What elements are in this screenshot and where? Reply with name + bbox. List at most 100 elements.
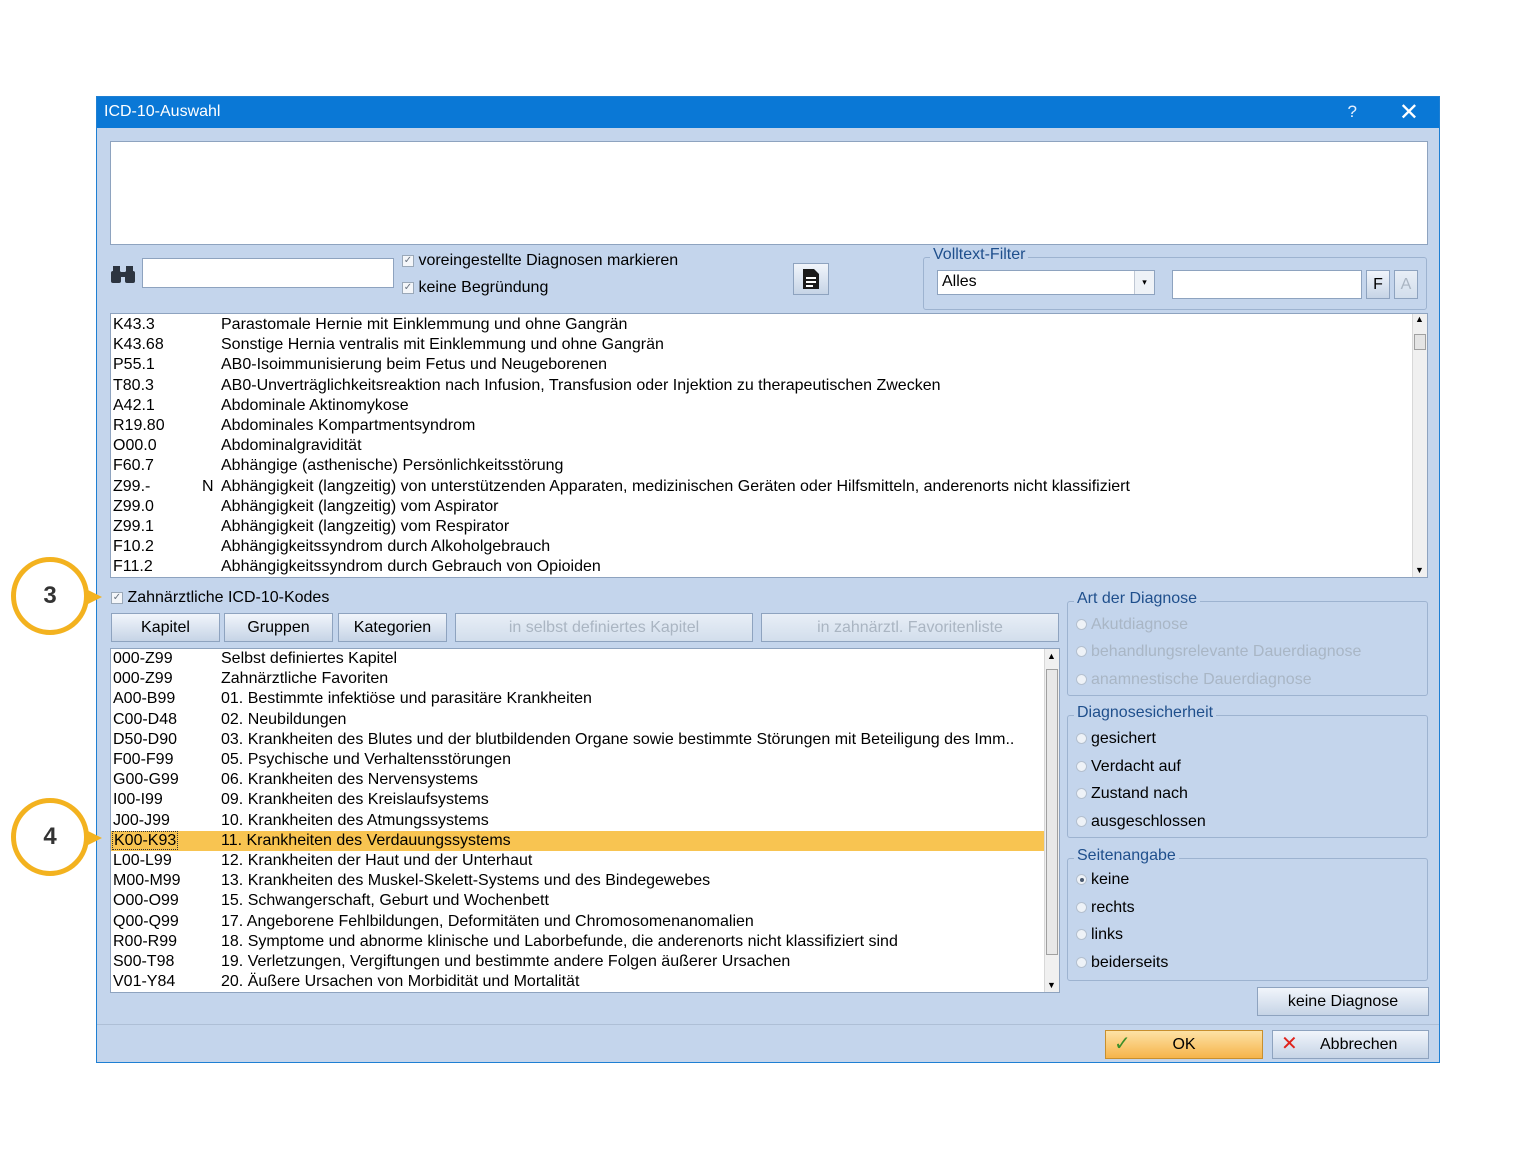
- search-input[interactable]: [142, 258, 394, 288]
- icd-row[interactable]: Z99.1 Abhängigkeit (langzeitig) vom Respi…: [111, 517, 1411, 537]
- radio-zustand[interactable]: Zustand nach: [1076, 785, 1188, 803]
- scroll-down-icon[interactable]: ▼: [1047, 980, 1056, 990]
- scroll-up-icon[interactable]: ▲: [1415, 314, 1424, 324]
- filter-a-button[interactable]: A: [1394, 270, 1418, 299]
- radio-circle[interactable]: [1076, 902, 1087, 914]
- radio-circle[interactable]: [1076, 674, 1087, 686]
- chapter-row[interactable]: V01-Y84 20. Äußere Ursachen von Morbiditä…: [111, 972, 1044, 992]
- keine-diagnose-button[interactable]: keine Diagnose: [1257, 987, 1429, 1016]
- icd-row[interactable]: T80.3 AB0-Unverträglichkeitsreaktion nach…: [111, 376, 1411, 396]
- scroll-thumb[interactable]: [1414, 334, 1426, 350]
- zahn-check-row[interactable]: ✓ Zahnärztliche ICD-10-Kodes: [111, 589, 329, 607]
- chapter-list[interactable]: 000-Z99 Selbst definiertes Kapitel 000-Z99…: [110, 648, 1060, 993]
- radio-circle[interactable]: [1076, 646, 1087, 658]
- kategorien-button[interactable]: Kategorien: [338, 613, 447, 642]
- icd-code: F10.2: [113, 538, 154, 556]
- ok-button[interactable]: ✓ OK: [1105, 1030, 1263, 1059]
- radio-circle[interactable]: [1076, 788, 1087, 800]
- radio-circle[interactable]: [1076, 733, 1087, 745]
- radio-circle[interactable]: [1076, 761, 1087, 773]
- radio-circle[interactable]: [1076, 957, 1087, 969]
- volltext-input[interactable]: [1172, 270, 1362, 299]
- icd-description: Abdominalgravidität: [221, 437, 362, 455]
- icd-row[interactable]: K43.3 Parastomale Hernie mit Einklemmung …: [111, 315, 1411, 335]
- icd-row[interactable]: P55.1 AB0-Isoimmunisierung beim Fetus und…: [111, 355, 1411, 375]
- chapter-row[interactable]: 000-Z99 Selbst definiertes Kapitel: [111, 649, 1044, 669]
- icd-code: F60.7: [113, 457, 154, 475]
- chapter-row[interactable]: F00-F99 05. Psychische und Verhaltensstör…: [111, 750, 1044, 770]
- radio-gesichert[interactable]: gesichert: [1076, 730, 1156, 748]
- diagnosis-text-area[interactable]: [110, 141, 1428, 245]
- icd-row[interactable]: A42.1 Abdominale Aktinomykose: [111, 396, 1411, 416]
- chapter-description: 01. Bestimmte infektiöse und parasitäre …: [221, 690, 592, 708]
- radio-beiderseits[interactable]: beiderseits: [1076, 954, 1168, 972]
- chapter-row[interactable]: D50-D90 03. Krankheiten des Blutes und de…: [111, 730, 1044, 750]
- chapter-row[interactable]: 000-Z99 Zahnärztliche Favoriten: [111, 669, 1044, 689]
- radio-rechts[interactable]: rechts: [1076, 899, 1135, 917]
- radio-links[interactable]: links: [1076, 926, 1123, 944]
- icd-description: Abdominales Kompartmentsyndrom: [221, 417, 476, 434]
- chapter-description: 03. Krankheiten des Blutes und der blutb…: [221, 730, 1015, 748]
- icd-row[interactable]: O00.0 Abdominalgravidität: [111, 436, 1411, 456]
- radio-behandlungsrelevant[interactable]: behandlungsrelevante Dauerdiagnose: [1076, 643, 1361, 661]
- chapter-row[interactable]: J00-J99 10. Krankheiten des Atmungssystem…: [111, 811, 1044, 831]
- radio-circle[interactable]: [1076, 619, 1087, 631]
- chapter-code: V01-Y84: [113, 973, 176, 991]
- icd-description: AB0-Isoimmunisierung beim Fetus und Neug…: [221, 356, 607, 374]
- kapitel-button[interactable]: Kapitel: [111, 613, 220, 642]
- chapter-list-scrollbar[interactable]: ▲ ▼: [1044, 649, 1059, 992]
- icd-row[interactable]: Z99.0 Abhängigkeit (langzeitig) vom Aspir…: [111, 497, 1411, 517]
- check-no-reason-row[interactable]: ✓ keine Begründung: [402, 279, 548, 297]
- chapter-row-selected[interactable]: K00-K93 11. Krankheiten des Verdauungssys…: [111, 830, 1044, 851]
- scroll-down-icon[interactable]: ▼: [1415, 565, 1424, 575]
- combo-arrow-button[interactable]: ▾: [1134, 271, 1154, 294]
- abbrechen-button[interactable]: ✕ Abbrechen: [1272, 1030, 1429, 1059]
- icd-row[interactable]: F11.2 Abhängigkeitssyndrom durch Gebrauch…: [111, 557, 1411, 577]
- radio-label: anamnestische Dauerdiagnose: [1091, 671, 1312, 688]
- zahn-check-label: Zahnärztliche ICD-10-Kodes: [127, 589, 330, 606]
- chapter-row[interactable]: M00-M99 13. Krankheiten des Muskel-Skelet…: [111, 871, 1044, 891]
- check-no-reason-box[interactable]: ✓: [402, 281, 414, 294]
- gruppen-button[interactable]: Gruppen: [224, 613, 333, 642]
- icd-row[interactable]: K43.68 Sonstige Hernia ventralis mit Eink…: [111, 335, 1411, 355]
- scroll-thumb[interactable]: [1046, 669, 1058, 955]
- radio-anamnestisch[interactable]: anamnestische Dauerdiagnose: [1076, 671, 1312, 689]
- chapter-row[interactable]: A00-B99 01. Bestimmte infektiöse und para…: [111, 689, 1044, 709]
- radio-keine[interactable]: keine: [1076, 871, 1129, 889]
- radio-circle[interactable]: [1076, 929, 1087, 941]
- icd-row[interactable]: F60.7 Abhängige (asthenische) Persönlichk…: [111, 456, 1411, 476]
- binoculars-icon[interactable]: [111, 263, 135, 290]
- radio-circle[interactable]: [1076, 874, 1087, 886]
- chapter-row[interactable]: R00-R99 18. Symptome und abnorme klinisch…: [111, 932, 1044, 952]
- radio-label: beiderseits: [1091, 954, 1169, 971]
- chapter-row[interactable]: G00-G99 06. Krankheiten des Nervensystems: [111, 770, 1044, 790]
- selbst-kapitel-button[interactable]: in selbst definiertes Kapitel: [455, 613, 753, 642]
- radio-circle[interactable]: [1076, 816, 1087, 828]
- favoriten-button[interactable]: in zahnärztl. Favoritenliste: [761, 613, 1059, 642]
- checkmark-icon: ✓: [1114, 1033, 1131, 1055]
- check-preset-box[interactable]: ✓: [402, 254, 414, 267]
- icd-row[interactable]: F10.2 Abhängigkeitssyndrom durch Alkoholg…: [111, 537, 1411, 557]
- radio-ausgeschlossen[interactable]: ausgeschlossen: [1076, 813, 1206, 831]
- radio-verdacht[interactable]: Verdacht auf: [1076, 758, 1181, 776]
- icd-row[interactable]: Z99.- N Abhängigkeit (langzeitig) von unte…: [111, 477, 1411, 497]
- document-button[interactable]: [793, 263, 829, 295]
- check-preset-row[interactable]: ✓ voreingestellte Diagnosen markieren: [402, 252, 678, 270]
- icd-code-list[interactable]: K43.3 Parastomale Hernie mit Einklemmung …: [110, 313, 1428, 578]
- chapter-row[interactable]: L00-L99 12. Krankheiten der Haut und der …: [111, 851, 1044, 871]
- chapter-row[interactable]: Q00-Q99 17. Angeborene Fehlbildungen, Def…: [111, 912, 1044, 932]
- window-title: ICD-10-Auswahl: [104, 103, 221, 120]
- help-button[interactable]: ?: [1348, 102, 1357, 122]
- volltext-combo[interactable]: Alles ▾: [937, 270, 1155, 295]
- filter-f-button[interactable]: F: [1366, 270, 1390, 299]
- radio-akutdiagnose[interactable]: Akutdiagnose: [1076, 616, 1188, 634]
- icd-list-scrollbar[interactable]: ▲ ▼: [1412, 314, 1427, 577]
- scroll-up-icon[interactable]: ▲: [1047, 651, 1056, 661]
- chapter-row[interactable]: I00-I99 09. Krankheiten des Kreislaufsyst…: [111, 790, 1044, 810]
- chapter-row[interactable]: O00-O99 15. Schwangerschaft, Geburt und W…: [111, 891, 1044, 911]
- icd-row[interactable]: R19.80 Abdominales Kompartmentsyndrom: [111, 416, 1411, 436]
- close-button[interactable]: ✕: [1399, 98, 1419, 127]
- zahn-check-box[interactable]: ✓: [111, 591, 123, 604]
- chapter-row[interactable]: C00-D48 02. Neubildungen: [111, 710, 1044, 730]
- chapter-row[interactable]: S00-T98 19. Verletzungen, Vergiftungen un…: [111, 952, 1044, 972]
